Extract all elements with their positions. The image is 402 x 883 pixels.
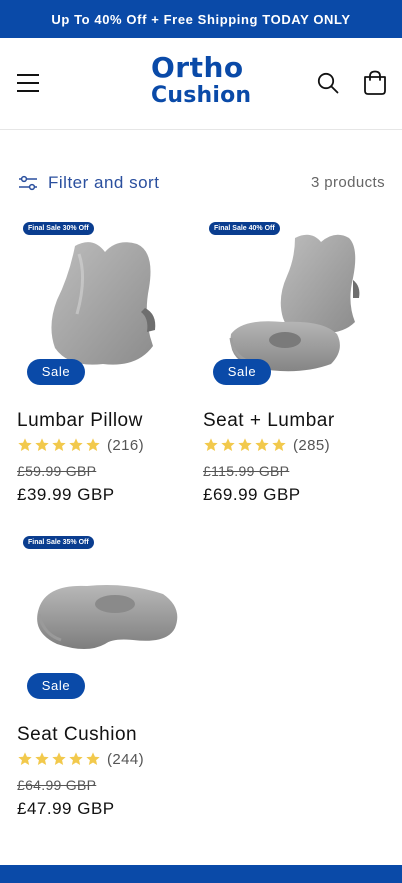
star-icon <box>238 438 252 451</box>
search-icon <box>317 72 339 94</box>
star-icon <box>221 438 235 451</box>
product-image[interactable]: Final Sale 40% Off Sale <box>203 218 373 388</box>
filter-sliders-icon <box>19 175 37 191</box>
star-icon <box>204 438 218 451</box>
sale-price: £69.99 GBP <box>203 485 301 504</box>
filter-bar: Filter and sort 3 products <box>18 170 388 196</box>
product-title[interactable]: Seat Cushion <box>17 724 137 746</box>
review-count: (244) <box>107 750 145 768</box>
hamburger-menu-icon <box>17 74 39 92</box>
product-rating: (216) <box>17 435 144 455</box>
product-image[interactable]: Final Sale 30% Off Sale <box>17 218 187 388</box>
rating-stars <box>17 437 101 453</box>
original-price: £64.99 GBP <box>17 777 97 793</box>
star-icon <box>52 752 66 765</box>
star-icon <box>18 752 32 765</box>
search-button[interactable] <box>312 67 344 99</box>
brand-logo-line2: Cushion <box>151 83 252 108</box>
product-image[interactable]: Final Sale 35% Off Sale <box>17 532 187 702</box>
product-title[interactable]: Seat + Lumbar <box>203 410 335 432</box>
sale-badge: Sale <box>213 359 271 385</box>
filter-and-sort-label: Filter and sort <box>48 173 160 192</box>
final-sale-badge: Final Sale 40% Off <box>209 222 280 235</box>
footer-bar <box>0 865 402 883</box>
sale-price: £39.99 GBP <box>17 485 115 504</box>
product-count: 3 products <box>310 174 385 191</box>
final-sale-badge: Final Sale 35% Off <box>23 536 94 549</box>
star-icon <box>18 438 32 451</box>
original-price: £59.99 GBP <box>17 463 97 479</box>
star-icon <box>35 438 49 451</box>
star-icon <box>86 752 100 765</box>
product-rating: (285) <box>203 435 330 455</box>
product-rating: (244) <box>17 749 144 769</box>
cart-icon <box>364 70 386 95</box>
filter-and-sort-button[interactable]: Filter and sort <box>18 170 159 196</box>
sale-badge: Sale <box>27 359 85 385</box>
review-count: (216) <box>107 436 145 454</box>
final-sale-badge: Final Sale 30% Off <box>23 222 94 235</box>
star-icon <box>35 752 49 765</box>
original-price: £115.99 GBP <box>203 463 290 479</box>
product-card-lumbar-pillow[interactable]: Final Sale 30% Off Sale Lumbar Pillow (2… <box>17 218 187 508</box>
star-icon <box>69 752 83 765</box>
rating-stars <box>203 437 287 453</box>
brand-logo-line1: Ortho <box>151 51 244 84</box>
product-card-seat-cushion[interactable]: Final Sale 35% Off Sale Seat Cushion (24… <box>17 532 187 822</box>
sale-price: £47.99 GBP <box>17 799 115 818</box>
cart-button[interactable] <box>358 66 392 100</box>
menu-button[interactable] <box>12 67 44 99</box>
star-icon <box>69 438 83 451</box>
brand-logo[interactable]: Ortho Cushion <box>151 54 253 112</box>
star-icon <box>86 438 100 451</box>
star-icon <box>52 438 66 451</box>
rating-stars <box>17 751 101 767</box>
sale-badge: Sale <box>27 673 85 699</box>
site-header: Ortho Cushion <box>0 38 402 130</box>
star-icon <box>255 438 269 451</box>
star-icon <box>272 438 286 451</box>
announcement-text: Up To 40% Off + Free Shipping TODAY ONLY <box>51 11 351 27</box>
review-count: (285) <box>293 436 331 454</box>
product-card-seat-lumbar[interactable]: Final Sale 40% Off Sale Seat + Lumbar (2… <box>203 218 373 508</box>
announcement-bar: Up To 40% Off + Free Shipping TODAY ONLY <box>0 0 402 38</box>
product-title[interactable]: Lumbar Pillow <box>17 410 143 432</box>
